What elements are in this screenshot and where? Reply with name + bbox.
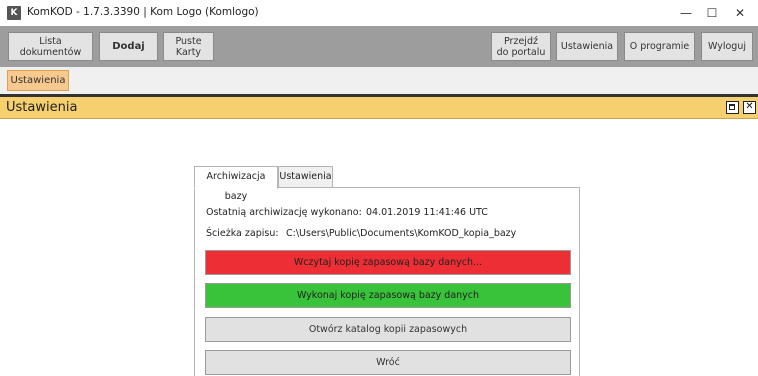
back-button[interactable]: Wróć [205, 350, 571, 375]
go-to-portal-button[interactable]: Przejdź do portalu [491, 32, 551, 61]
title-bar: K KomKOD - 1.7.3.3390 | Kom Logo (Komlog… [0, 0, 758, 26]
close-window-button[interactable]: ✕ [722, 0, 758, 26]
last-backup-value: 04.01.2019 11:41:46 UTC [366, 207, 488, 218]
section-title: Ustawienia [6, 100, 78, 115]
create-backup-button[interactable]: Wykonaj kopię zapasową bazy danych [205, 283, 571, 308]
path-value: C:\Users\Public\Documents\KomKOD_kopia_b… [286, 228, 517, 239]
path-label: Ścieżka zapisu: [206, 228, 279, 239]
last-backup-label: Ostatnią archiwizację wykonano: [206, 207, 362, 218]
restore-backup-button[interactable]: Wczytaj kopię zapasową bazy danych... [205, 250, 571, 275]
restore-panel-icon-inner [729, 104, 735, 110]
section-header: Ustawienia ✕ [0, 94, 758, 119]
add-button[interactable]: Dodaj [99, 32, 158, 61]
blank-cards-button[interactable]: Puste Karty [163, 32, 214, 61]
window-title: KomKOD - 1.7.3.3390 | Kom Logo (Komlogo) [27, 6, 259, 18]
tab-database-archiving[interactable]: Archiwizacja bazy [194, 166, 278, 202]
logout-button[interactable]: Wyloguj [701, 32, 753, 61]
tab-settings[interactable]: Ustawienia [278, 166, 333, 188]
about-button[interactable]: O programie [624, 32, 695, 61]
archiving-panel: Ostatnią archiwizację wykonano: 04.01.20… [194, 187, 580, 376]
app-logo-icon: K [7, 6, 21, 20]
documents-list-button[interactable]: Lista dokumentów [8, 32, 93, 61]
open-backup-folder-button[interactable]: Otwórz katalog kopii zapasowych [205, 317, 571, 342]
settings-button[interactable]: Ustawienia [556, 32, 618, 61]
page-tab-strip: Ustawienia [0, 67, 758, 94]
main-toolbar: Lista dokumentów Dodaj Puste Karty Przej… [0, 26, 758, 67]
restore-panel-icon[interactable] [726, 101, 739, 114]
page-tab-settings[interactable]: Ustawienia [7, 70, 69, 91]
close-panel-icon[interactable]: ✕ [743, 101, 756, 114]
